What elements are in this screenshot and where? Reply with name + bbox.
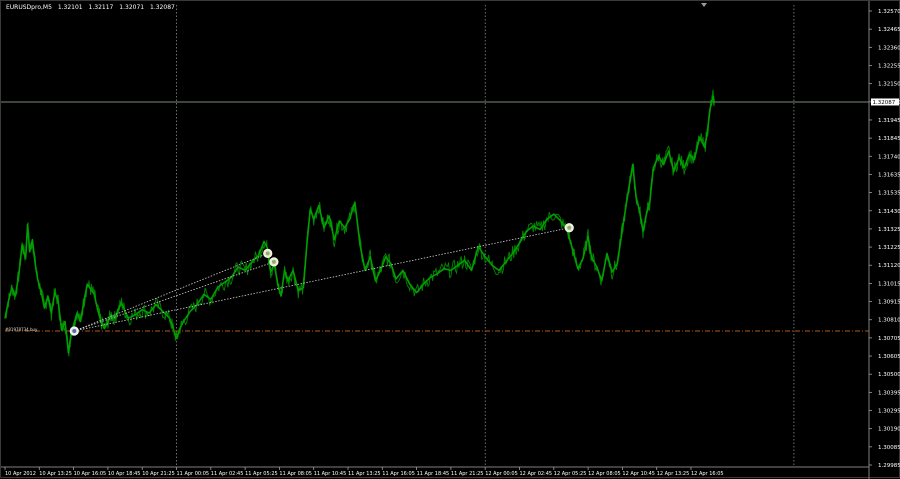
time-tick-label: 12 Apr 16:05 <box>691 471 724 477</box>
price-tick-label: 1.31535 <box>878 191 900 197</box>
grid-layer <box>1 5 869 467</box>
high-price: 1.32117 <box>88 4 114 11</box>
time-tick-label: 12 Apr 00:05 <box>485 471 518 477</box>
time-tick-label: 12 Apr 13:25 <box>657 471 690 477</box>
price-tick-label: 1.30810 <box>878 318 900 324</box>
symbol-name: EURUSDpro,M5 <box>6 4 52 11</box>
price-tick-label: 1.30500 <box>878 372 900 378</box>
axis-layer: 1.32570 1.32465 1.32360 1.32255 1.32150 1.320… <box>1 1 900 479</box>
time-tick-label: 11 Apr 10:45 <box>314 471 347 477</box>
time-tick-label: 11 Apr 13:25 <box>348 471 381 477</box>
trade-line <box>74 252 268 332</box>
time-tick-label: 12 Apr 10:45 <box>622 471 655 477</box>
time-tick-label: 10 Apr 18:45 <box>108 471 141 477</box>
price-tick-label: 1.31325 <box>878 227 900 233</box>
price-tick-label: 1.30705 <box>878 336 900 342</box>
time-tick-label: 11 Apr 18:45 <box>417 471 450 477</box>
time-tick-label: 10 Apr 2012 <box>5 471 36 477</box>
time-tick-label: 11 Apr 08:05 <box>279 471 312 477</box>
time-tick-label: 12 Apr 08:05 <box>588 471 621 477</box>
time-tick-label: 11 Apr 21:25 <box>451 471 484 477</box>
price-tick-label: 1.31740 <box>878 154 900 160</box>
time-tick-label: 11 Apr 16:05 <box>382 471 415 477</box>
symbol-header: EURUSDpro,M5 1.32101 1.32117 1.32071 1.3… <box>6 4 179 12</box>
price-tick-label: 1.32360 <box>878 45 900 51</box>
low-price: 1.32071 <box>119 4 145 11</box>
price-tick-label: 1.31945 <box>878 118 900 124</box>
price-tick-label: 1.32150 <box>878 82 900 88</box>
price-tick-label: 1.31015 <box>878 281 900 287</box>
price-tick-label: 1.32255 <box>878 63 900 69</box>
price-tick-label: 1.30295 <box>878 409 900 415</box>
time-tick-label: 10 Apr 21:25 <box>142 471 175 477</box>
price-tick-label: 1.31120 <box>878 263 900 269</box>
close-price: 1.32087 <box>150 4 175 11</box>
price-chart[interactable]: 1.32570 1.32465 1.32360 1.32255 1.32150 1.320… <box>1 1 900 479</box>
time-tick-label: 10 Apr 13:25 <box>39 471 72 477</box>
time-tick-label: 11 Apr 05:25 <box>245 471 278 477</box>
trade-close-icon <box>564 223 574 233</box>
price-tick-label: 1.31225 <box>878 245 900 251</box>
price-tick-label: 1.32465 <box>878 27 900 33</box>
chart-window[interactable]: 1.32570 1.32465 1.32360 1.32255 1.32150 1.320… <box>0 0 900 479</box>
time-tick-label: 11 Apr 00:05 <box>177 471 210 477</box>
time-tick-label: 12 Apr 02:45 <box>520 471 553 477</box>
current-price-value: 1.32087 <box>873 100 896 106</box>
trade-line <box>74 227 570 332</box>
price-tick-label: 1.32570 <box>878 9 900 15</box>
price-tick-label: 1.31845 <box>878 136 900 142</box>
current-price-badge: 1.32087 <box>871 98 899 106</box>
price-tick-label: 1.30085 <box>878 445 900 451</box>
price-tick-label: 1.31430 <box>878 209 900 215</box>
trade-close-icon <box>263 248 273 258</box>
time-tick-label: 12 Apr 05:25 <box>554 471 587 477</box>
price-tick-label: 1.29985 <box>878 463 900 469</box>
order-label[interactable]: #81978734 buy <box>5 327 37 332</box>
trade-open-icon <box>69 326 79 336</box>
trade-line <box>74 261 275 332</box>
price-tick-label: 1.30915 <box>878 300 900 306</box>
price-tick-label: 1.31635 <box>878 172 900 178</box>
time-tick-label: 10 Apr 16:05 <box>74 471 107 477</box>
price-tick-label: 1.30605 <box>878 354 900 360</box>
trade-close-icon <box>269 257 279 267</box>
chart-shift-marker-icon[interactable] <box>701 3 707 7</box>
time-tick-label: 11 Apr 02:45 <box>211 471 244 477</box>
price-tick-label: 1.30395 <box>878 390 900 396</box>
open-price: 1.32101 <box>57 4 83 11</box>
price-tick-label: 1.30190 <box>878 427 900 433</box>
